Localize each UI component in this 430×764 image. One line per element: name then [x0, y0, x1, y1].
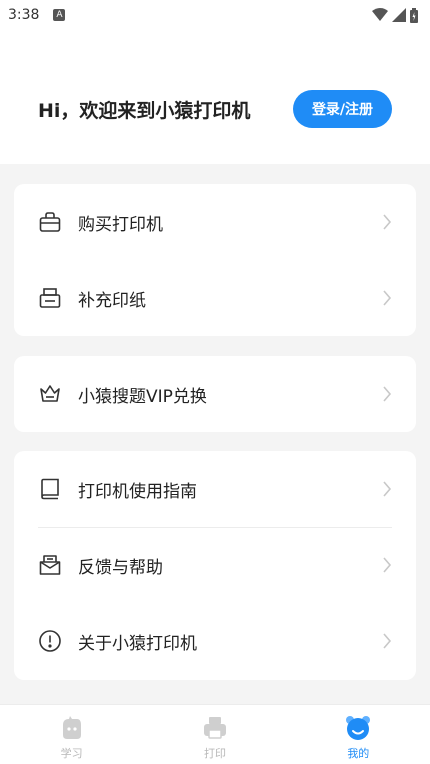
notification-a-icon: A	[53, 9, 66, 21]
printer-icon	[38, 286, 62, 310]
chevron-right-icon	[383, 557, 392, 573]
menu-item-label: 打印机使用指南	[78, 481, 197, 502]
chevron-right-icon	[383, 290, 392, 306]
chevron-right-icon	[383, 633, 392, 649]
printer-card: 购买打印机 补充印纸	[14, 184, 416, 336]
study-robot-icon	[62, 716, 81, 739]
menu-item-vip-redeem[interactable]: 小猿搜题VIP兑换	[14, 356, 416, 432]
menu-item-label: 小猿搜题VIP兑换	[78, 386, 207, 407]
tab-print[interactable]: 打印	[143, 705, 286, 764]
battery-icon	[410, 7, 418, 23]
help-card: 打印机使用指南 反馈与帮助 关于小猿打印机	[14, 451, 416, 680]
menu-item-label: 补充印纸	[78, 290, 146, 311]
chevron-right-icon	[383, 386, 392, 402]
shopping-bag-icon	[38, 210, 62, 234]
status-time: 3:38	[8, 7, 40, 23]
tab-label: 打印	[203, 747, 226, 760]
book-icon	[38, 477, 62, 501]
mine-bear-icon	[346, 716, 371, 740]
tab-study[interactable]: 学习	[0, 705, 143, 764]
vip-card: 小猿搜题VIP兑换	[14, 356, 416, 432]
menu-item-buy-printer[interactable]: 购买打印机	[14, 184, 416, 260]
feedback-mail-icon	[38, 553, 62, 577]
menu-item-label: 反馈与帮助	[78, 557, 163, 578]
crown-icon	[38, 382, 62, 406]
menu-item-feedback[interactable]: 反馈与帮助	[14, 527, 416, 603]
info-exclamation-icon	[38, 629, 62, 653]
menu-item-label: 购买打印机	[78, 214, 163, 235]
welcome-text: Hi，欢迎来到小猿打印机	[38, 100, 251, 122]
wifi-icon	[372, 8, 388, 21]
login-register-button[interactable]: 登录/注册	[293, 90, 392, 128]
print-icon	[203, 717, 226, 739]
tab-label: 学习	[60, 747, 83, 760]
bottom-tab-bar: 学习 打印 我的	[0, 704, 430, 764]
menu-item-about[interactable]: 关于小猿打印机	[14, 603, 416, 679]
menu-item-guide[interactable]: 打印机使用指南	[14, 451, 416, 527]
chevron-right-icon	[383, 481, 392, 497]
menu-item-refill-paper[interactable]: 补充印纸	[14, 260, 416, 336]
tab-label: 我的	[347, 747, 370, 760]
profile-header: Hi，欢迎来到小猿打印机 登录/注册	[0, 30, 430, 164]
signal-icon	[392, 8, 406, 22]
tab-mine[interactable]: 我的	[287, 705, 430, 764]
chevron-right-icon	[383, 214, 392, 230]
status-bar: 3:38 A	[0, 0, 430, 30]
menu-item-label: 关于小猿打印机	[78, 633, 197, 654]
